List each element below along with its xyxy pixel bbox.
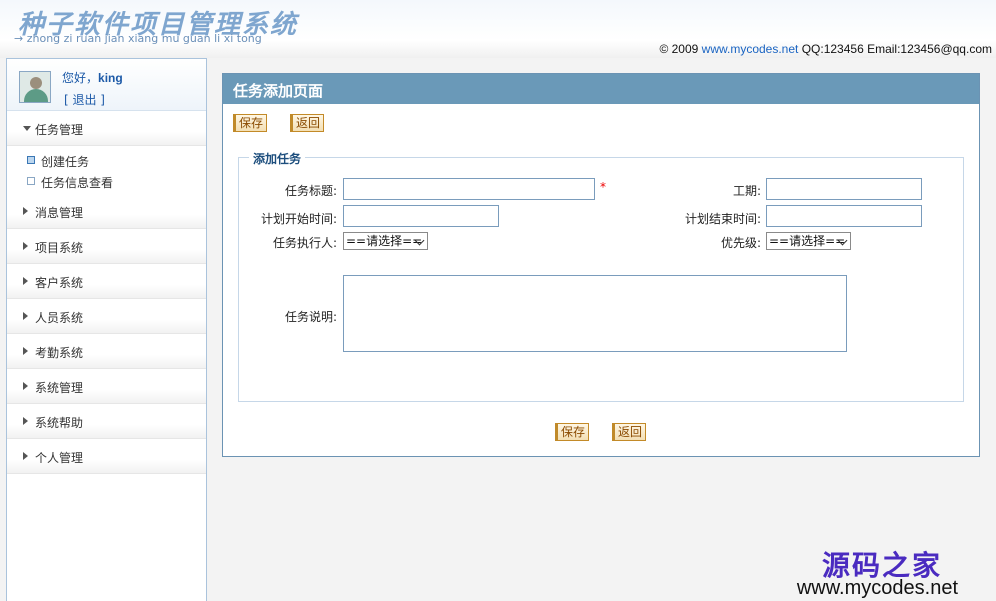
sidebar-group-projects[interactable]: 项目系统 — [7, 229, 206, 264]
sidebar: 您好，king [ 退出 ] 任务管理 创建任务 任务信息查看 消息管理 项目系… — [6, 58, 207, 601]
app-subtitle: → zhong zi ruan jian xiang mu guan li xi… — [14, 32, 262, 45]
caret-right-icon — [23, 382, 28, 390]
contact-text: QQ:123456 Email:123456@qq.com — [798, 42, 992, 56]
sidebar-group-system-admin[interactable]: 系统管理 — [7, 369, 206, 404]
sidebar-group-label: 考勤系统 — [35, 346, 84, 360]
sidebar-group-label: 系统帮助 — [35, 416, 84, 430]
caret-right-icon — [23, 417, 28, 425]
duration-label: 工期: — [732, 184, 761, 198]
fieldset-legend: 添加任务 — [249, 150, 306, 167]
user-greeting: 您好，king — [62, 69, 123, 86]
task-submenu: 创建任务 任务信息查看 — [7, 146, 206, 194]
sidebar-item-label: 创建任务 — [41, 155, 90, 169]
caret-right-icon — [23, 242, 28, 250]
sidebar-group-label: 系统管理 — [35, 381, 84, 395]
sidebar-group-label: 人员系统 — [35, 311, 84, 325]
description-label: 任务说明: — [284, 310, 337, 324]
square-bullet-icon — [27, 156, 35, 164]
priority-selected: ==请选择== — [769, 234, 846, 248]
plan-end-label: 计划结束时间: — [684, 212, 761, 226]
sidebar-group-label: 消息管理 — [35, 206, 84, 220]
back-button-top[interactable]: 返回 — [290, 114, 325, 132]
caret-down-icon — [23, 126, 31, 131]
logout-link[interactable]: [ 退出 ] — [64, 91, 105, 108]
caret-right-icon — [23, 277, 28, 285]
required-mark: * — [600, 180, 606, 194]
back-button-bottom[interactable]: 返回 — [612, 423, 647, 441]
sidebar-group-label: 任务管理 — [35, 123, 84, 137]
sidebar-item-create-task[interactable]: 创建任务 — [7, 150, 206, 171]
priority-label: 优先级: — [720, 236, 761, 250]
site-link[interactable]: www.mycodes.net — [702, 42, 799, 56]
page-title: 任务添加页面 — [223, 74, 979, 104]
sidebar-item-label: 任务信息查看 — [41, 176, 114, 190]
task-title-input[interactable] — [343, 178, 595, 200]
caret-right-icon — [23, 452, 28, 460]
priority-select[interactable]: ==请选择== — [766, 232, 851, 250]
caret-right-icon — [23, 347, 28, 355]
task-add-panel: 任务添加页面 保存 返回 添加任务 任务标题: * 工期: 计划开始时间: 计划… — [222, 73, 980, 457]
sidebar-group-personal[interactable]: 个人管理 — [7, 439, 206, 474]
executor-selected: ==请选择== — [346, 234, 423, 248]
executor-select[interactable]: ==请选择== — [343, 232, 428, 250]
copyright-text: © 2009 — [659, 42, 702, 56]
square-bullet-icon — [27, 177, 35, 185]
plan-start-label: 计划开始时间: — [260, 212, 337, 226]
sidebar-group-customers[interactable]: 客户系统 — [7, 264, 206, 299]
plan-start-input[interactable] — [343, 205, 499, 227]
greeting-prefix: 您好， — [62, 71, 99, 85]
sidebar-group-help[interactable]: 系统帮助 — [7, 404, 206, 439]
sidebar-group-label: 客户系统 — [35, 276, 84, 290]
user-name: king — [98, 71, 123, 85]
add-task-fieldset: 添加任务 任务标题: * 工期: 计划开始时间: 计划结束时间: 任务执行人: … — [238, 150, 964, 402]
sidebar-group-messages[interactable]: 消息管理 — [7, 194, 206, 229]
sidebar-group-attendance[interactable]: 考勤系统 — [7, 334, 206, 369]
description-textarea[interactable] — [343, 275, 847, 352]
plan-end-input[interactable] — [766, 205, 922, 227]
duration-input[interactable] — [766, 178, 922, 200]
executor-label: 任务执行人: — [272, 236, 337, 250]
sidebar-group-task-management[interactable]: 任务管理 — [7, 111, 206, 146]
save-button-bottom[interactable]: 保存 — [555, 423, 590, 441]
task-title-label: 任务标题: — [284, 184, 337, 198]
avatar — [19, 71, 51, 103]
page-header: 种子软件项目管理系统 → zhong zi ruan jian xiang mu… — [0, 0, 996, 58]
sidebar-group-label: 个人管理 — [35, 451, 84, 465]
sidebar-group-label: 项目系统 — [35, 241, 84, 255]
sidebar-item-task-info[interactable]: 任务信息查看 — [7, 171, 206, 192]
watermark-en: www.mycodes.net — [796, 577, 958, 599]
header-info: © 2009 www.mycodes.net QQ:123456 Email:1… — [659, 42, 992, 56]
sidebar-group-staff[interactable]: 人员系统 — [7, 299, 206, 334]
save-button-top[interactable]: 保存 — [233, 114, 268, 132]
user-box: 您好，king [ 退出 ] — [7, 59, 206, 111]
caret-right-icon — [23, 312, 28, 320]
caret-right-icon — [23, 207, 28, 215]
